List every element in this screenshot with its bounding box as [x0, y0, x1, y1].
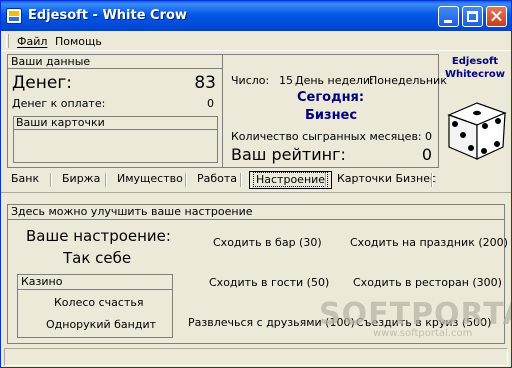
go-to-bar-button[interactable]: Сходить в бар (30): [213, 236, 322, 249]
wheel-of-fortune-button[interactable]: Колесо счастья: [54, 296, 143, 309]
cards-header: Ваши карточки: [14, 117, 217, 130]
money-label: Денег:: [12, 73, 72, 93]
menu-grip: [6, 34, 9, 48]
logo-line2: Whitecrow: [444, 69, 506, 80]
rating-value: 0: [421, 145, 432, 164]
maximize-button[interactable]: [462, 6, 483, 27]
tab-mood-label: Настроение: [253, 172, 329, 187]
menu-file[interactable]: Файл: [17, 35, 47, 48]
cards-box[interactable]: Ваши карточки: [13, 116, 218, 163]
tab-business-cards[interactable]: Карточки Бизнес: [337, 171, 436, 189]
debt-label: Денег к оплате:: [12, 97, 106, 110]
your-data-header: Ваши данные: [8, 55, 222, 69]
softportal-watermark: SOFTPORTAL: [319, 297, 511, 332]
dice-icon: [447, 102, 507, 160]
menu-bar: Файл Помощь: [1, 31, 511, 51]
one-armed-bandit-button[interactable]: Однорукий бандит: [46, 318, 156, 331]
tab-separator: [50, 173, 52, 187]
date-label: Число:: [231, 74, 270, 87]
tab-separator: [105, 173, 107, 187]
tab-divider: [1, 192, 511, 193]
your-data-panel: Ваши данные Денег: 83 Денег к оплате: 0 …: [7, 54, 223, 168]
menu-help[interactable]: Помощь: [55, 35, 102, 48]
tab-mood[interactable]: Настроение: [249, 171, 333, 189]
months-label: Количество сыгранных месяцев:: [231, 130, 422, 143]
mood-value: Так себе: [63, 249, 132, 267]
title-bar[interactable]: Edjesoft - White Crow: [1, 1, 511, 31]
go-to-restaurant-button[interactable]: Сходить в ресторан (300): [353, 276, 502, 289]
softportal-url: www.softportal.com: [373, 328, 473, 339]
today-label: Сегодня:: [297, 90, 365, 105]
today-value: Бизнес: [305, 108, 358, 123]
tab-bank[interactable]: Банк: [11, 171, 39, 189]
rating-label: Ваш рейтинг:: [231, 145, 346, 164]
tab-strip: Банк Биржа Имущество Работа Настроение К…: [1, 169, 511, 191]
window-title: Edjesoft - White Crow: [28, 8, 187, 23]
stats-panel-top: [223, 54, 439, 69]
money-value: 83: [194, 73, 216, 93]
mood-header: Здесь можно улучшить ваше настроение: [8, 205, 504, 220]
weekday-label: День недели:: [295, 74, 374, 87]
casino-box: Казино Колесо счастья Однорукий бандит: [17, 274, 173, 338]
tab-separator: [431, 173, 433, 187]
app-icon[interactable]: [6, 8, 22, 24]
date-value: 15: [279, 74, 293, 87]
go-to-holiday-button[interactable]: Сходить на праздник (200): [350, 236, 508, 249]
app-window: Edjesoft - White Crow Файл Помощь Ваши д…: [0, 0, 512, 368]
months-value: 0: [425, 130, 432, 143]
stats-panel: Число: 15 День недели: Понедельник Сегод…: [223, 69, 447, 168]
tab-separator: [185, 173, 187, 187]
maximize-icon: [467, 11, 478, 22]
tab-separator: [240, 173, 242, 187]
casino-header: Казино: [18, 275, 172, 290]
close-icon: [487, 7, 506, 26]
close-button[interactable]: [486, 6, 507, 27]
tab-exchange[interactable]: Биржа: [62, 171, 100, 189]
status-bar: [4, 348, 508, 366]
mood-label: Ваше настроение:: [26, 227, 171, 245]
tab-property[interactable]: Имущество: [117, 171, 183, 189]
weekday-value: Понедельник: [369, 74, 447, 87]
debt-value: 0: [207, 97, 214, 110]
tab-separator: [325, 173, 327, 187]
edjesoft-logo: Edjesoft Whitecrow: [439, 55, 511, 81]
tab-work[interactable]: Работа: [197, 171, 237, 189]
logo-line1: Edjesoft: [451, 56, 499, 67]
minimize-icon: [444, 20, 452, 23]
visit-guests-button[interactable]: Сходить в гости (50): [209, 276, 329, 289]
minimize-button[interactable]: [438, 6, 459, 27]
